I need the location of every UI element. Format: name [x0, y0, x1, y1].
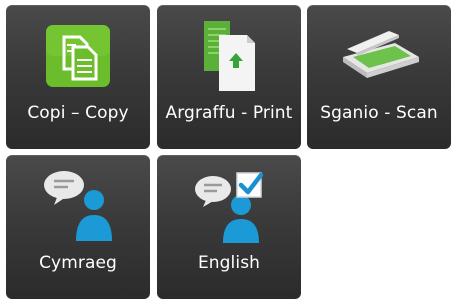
- print-tile[interactable]: Argraffu - Print: [157, 5, 301, 149]
- print-icon: [204, 21, 255, 91]
- copy-tile[interactable]: Copi – Copy: [6, 5, 150, 149]
- scanner-icon: [343, 31, 419, 78]
- scan-tile[interactable]: Sganio - Scan: [307, 5, 451, 149]
- checkmark-icon: [236, 172, 264, 198]
- scan-tile-label: Sganio - Scan: [320, 103, 438, 123]
- english-tile-label: English: [197, 253, 261, 273]
- cymraeg-tile-label: Cymraeg: [39, 253, 117, 273]
- copy-icon: [46, 25, 110, 87]
- copy-tile-label: Copi – Copy: [27, 103, 129, 123]
- english-language-user-icon: [195, 172, 264, 243]
- cymraeg-tile[interactable]: Cymraeg: [6, 155, 150, 299]
- english-tile[interactable]: English: [157, 155, 301, 299]
- welsh-language-user-icon: [44, 171, 112, 241]
- print-tile-label: Argraffu - Print: [165, 103, 293, 123]
